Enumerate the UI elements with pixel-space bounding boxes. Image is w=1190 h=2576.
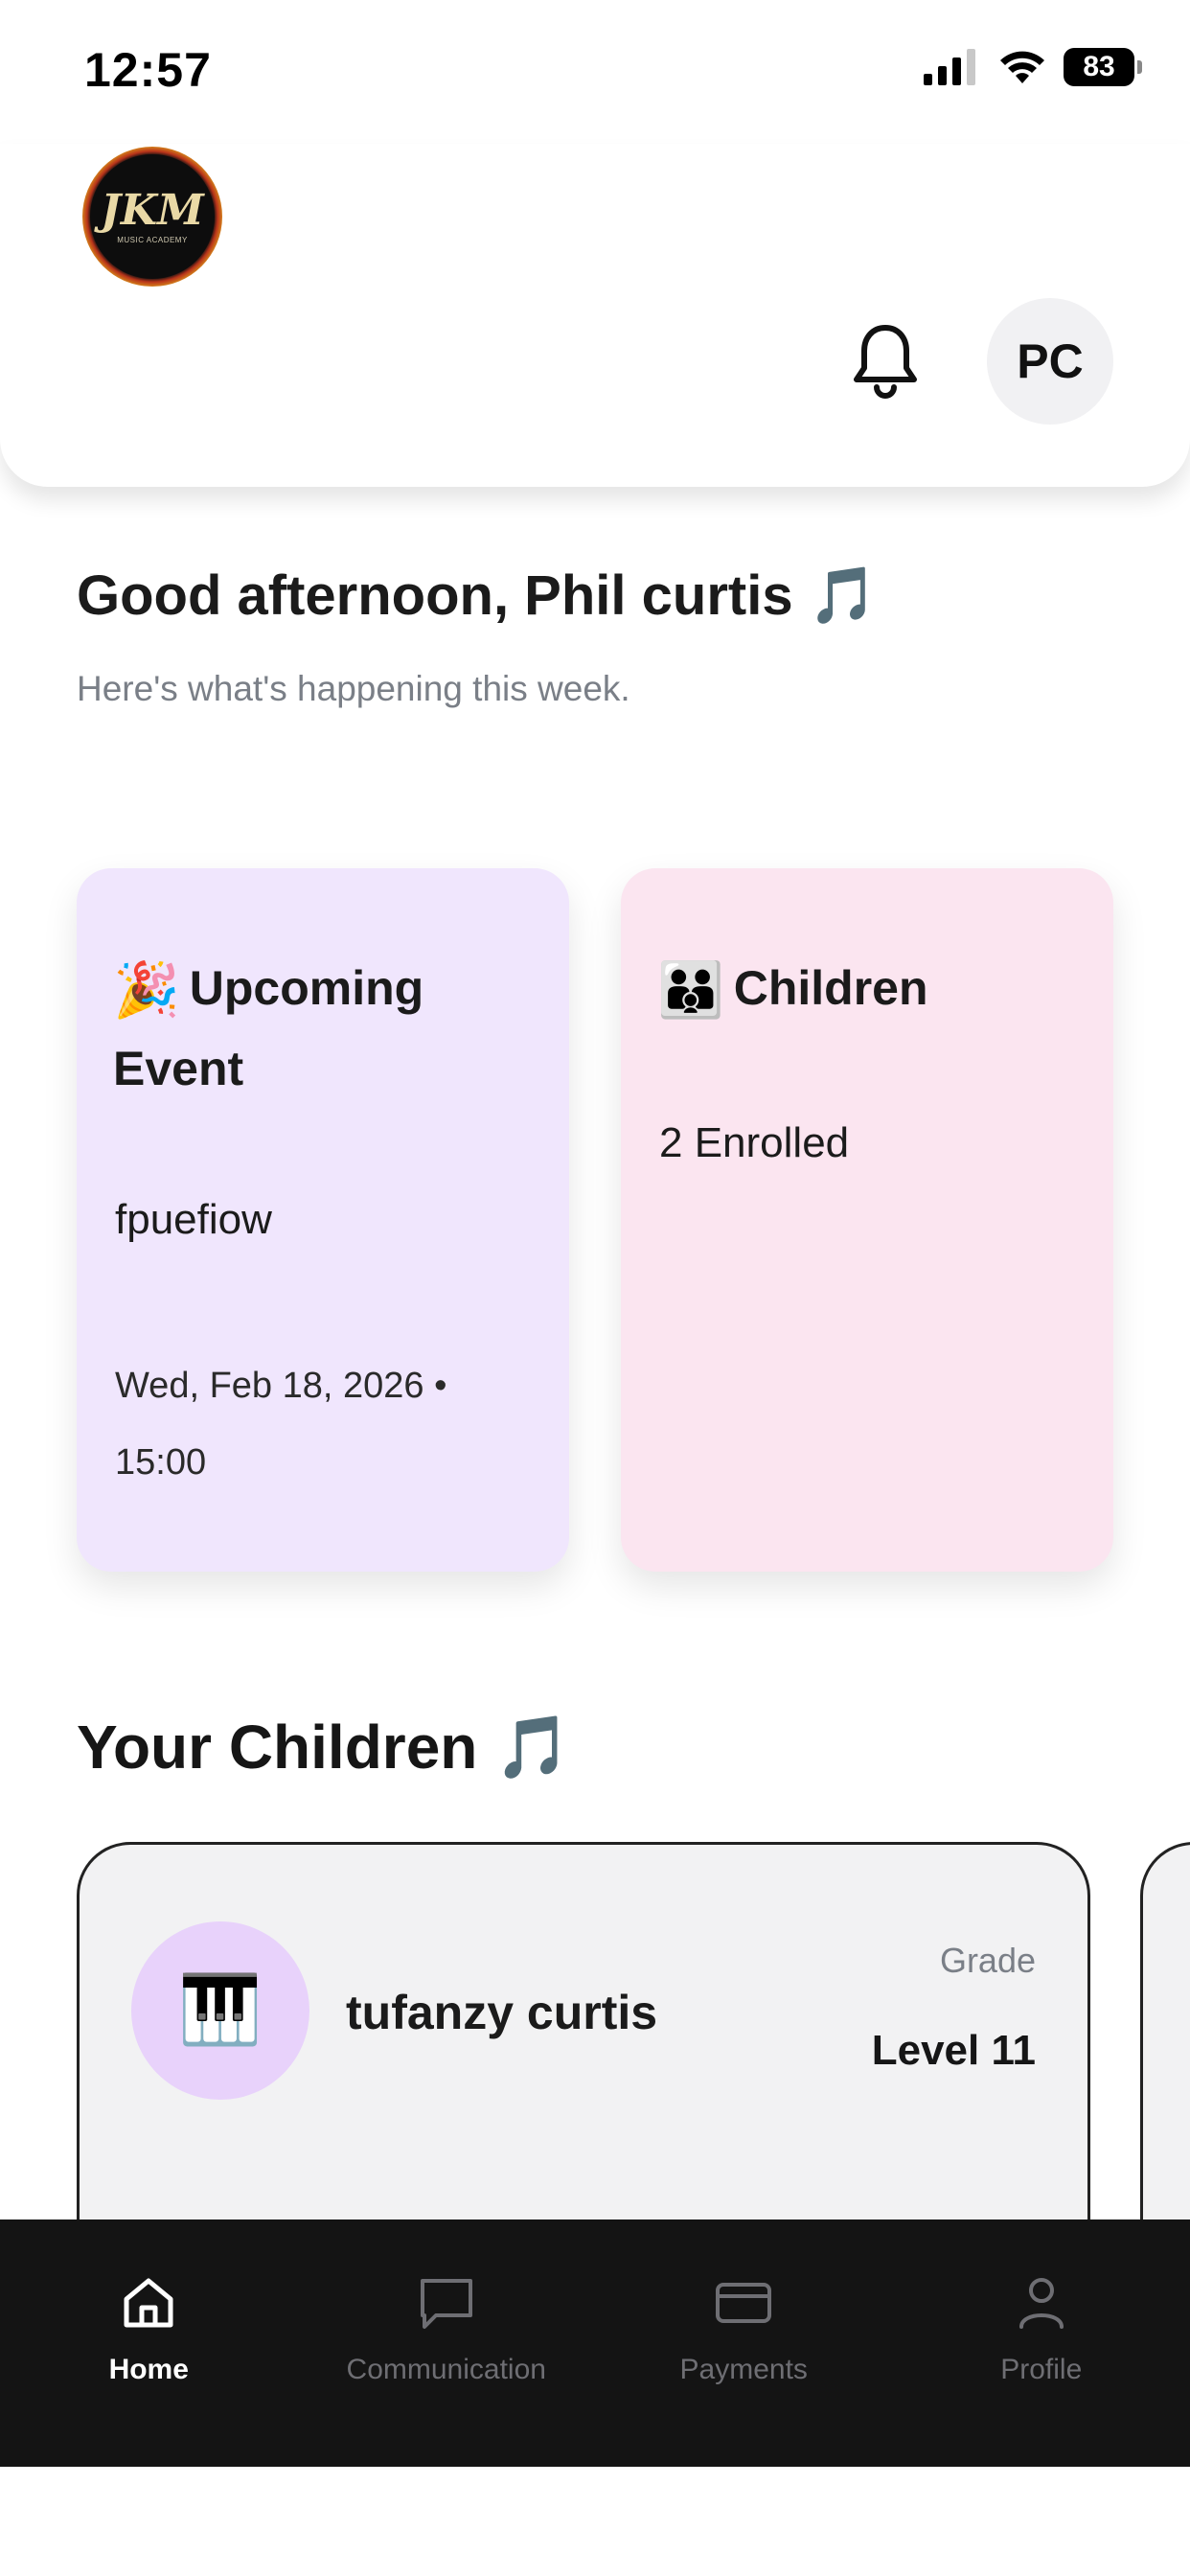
your-children-heading: Your Children 🎵 <box>77 1713 571 1782</box>
grade-value: Level 11 <box>871 2027 1036 2074</box>
children-card-label: Children <box>733 961 928 1015</box>
piano-icon: 🎹 <box>131 1921 309 2100</box>
grade-label: Grade <box>939 1941 1036 1980</box>
battery-tip <box>1137 60 1142 74</box>
child-name: tufanzy curtis <box>346 1986 658 2039</box>
card-icon <box>712 2271 775 2334</box>
bottom-navigation: Home Communication Payments Profile <box>0 2220 1190 2467</box>
bell-icon <box>854 325 917 399</box>
greeting-subtitle: Here's what's happening this week. <box>77 669 630 708</box>
user-avatar[interactable]: PC <box>987 298 1113 425</box>
upcoming-event-card[interactable]: 🎉 Upcoming Event fpuefiow Wed, Feb 18, 20… <box>77 868 569 1572</box>
status-icons: 83 <box>922 48 1142 86</box>
event-name: fpuefiow <box>115 1196 272 1243</box>
greeting-title: Good afternoon, Phil curtis 🎵 <box>77 564 878 627</box>
chat-icon <box>415 2271 478 2334</box>
home-icon <box>117 2271 180 2334</box>
academy-logo[interactable]: JKM MUSIC ACADEMY <box>82 147 222 287</box>
notifications-button[interactable] <box>847 320 924 401</box>
nav-profile-label: Profile <box>1000 2354 1083 2385</box>
upcoming-event-title: 🎉 Upcoming Event <box>113 949 540 1108</box>
status-bar: 12:57 83 <box>0 0 1190 144</box>
battery-indicator: 83 <box>1064 48 1142 86</box>
logo-subtext: MUSIC ACADEMY <box>117 235 188 244</box>
nav-home[interactable]: Home <box>0 2220 298 2467</box>
party-popper-icon: 🎉 <box>113 959 180 1020</box>
nav-communication[interactable]: Communication <box>298 2220 596 2467</box>
nav-payments-label: Payments <box>679 2354 808 2385</box>
wifi-icon <box>1000 51 1044 83</box>
status-time: 12:57 <box>84 43 212 97</box>
user-icon <box>1010 2271 1073 2334</box>
battery-level: 83 <box>1064 48 1134 86</box>
nav-home-label: Home <box>108 2354 189 2385</box>
nav-payments[interactable]: Payments <box>595 2220 893 2467</box>
cellular-signal-icon <box>924 49 975 85</box>
nav-profile[interactable]: Profile <box>893 2220 1190 2467</box>
logo-text: JKM <box>101 185 204 235</box>
nav-communication-label: Communication <box>346 2354 546 2385</box>
enrolled-count: 2 Enrolled <box>659 1119 850 1166</box>
parent-home-screen: 12:57 83 JKM MUSIC ACADEMY PC Good after… <box>0 0 1190 2576</box>
family-icon: 👪 <box>657 959 724 1020</box>
children-card-title: 👪 Children <box>657 949 1085 1029</box>
event-datetime: Wed, Feb 18, 2026 • 15:00 <box>115 1366 447 1483</box>
children-summary-card[interactable]: 👪 Children 2 Enrolled <box>621 868 1113 1572</box>
logo-inner: JKM MUSIC ACADEMY <box>90 154 215 279</box>
